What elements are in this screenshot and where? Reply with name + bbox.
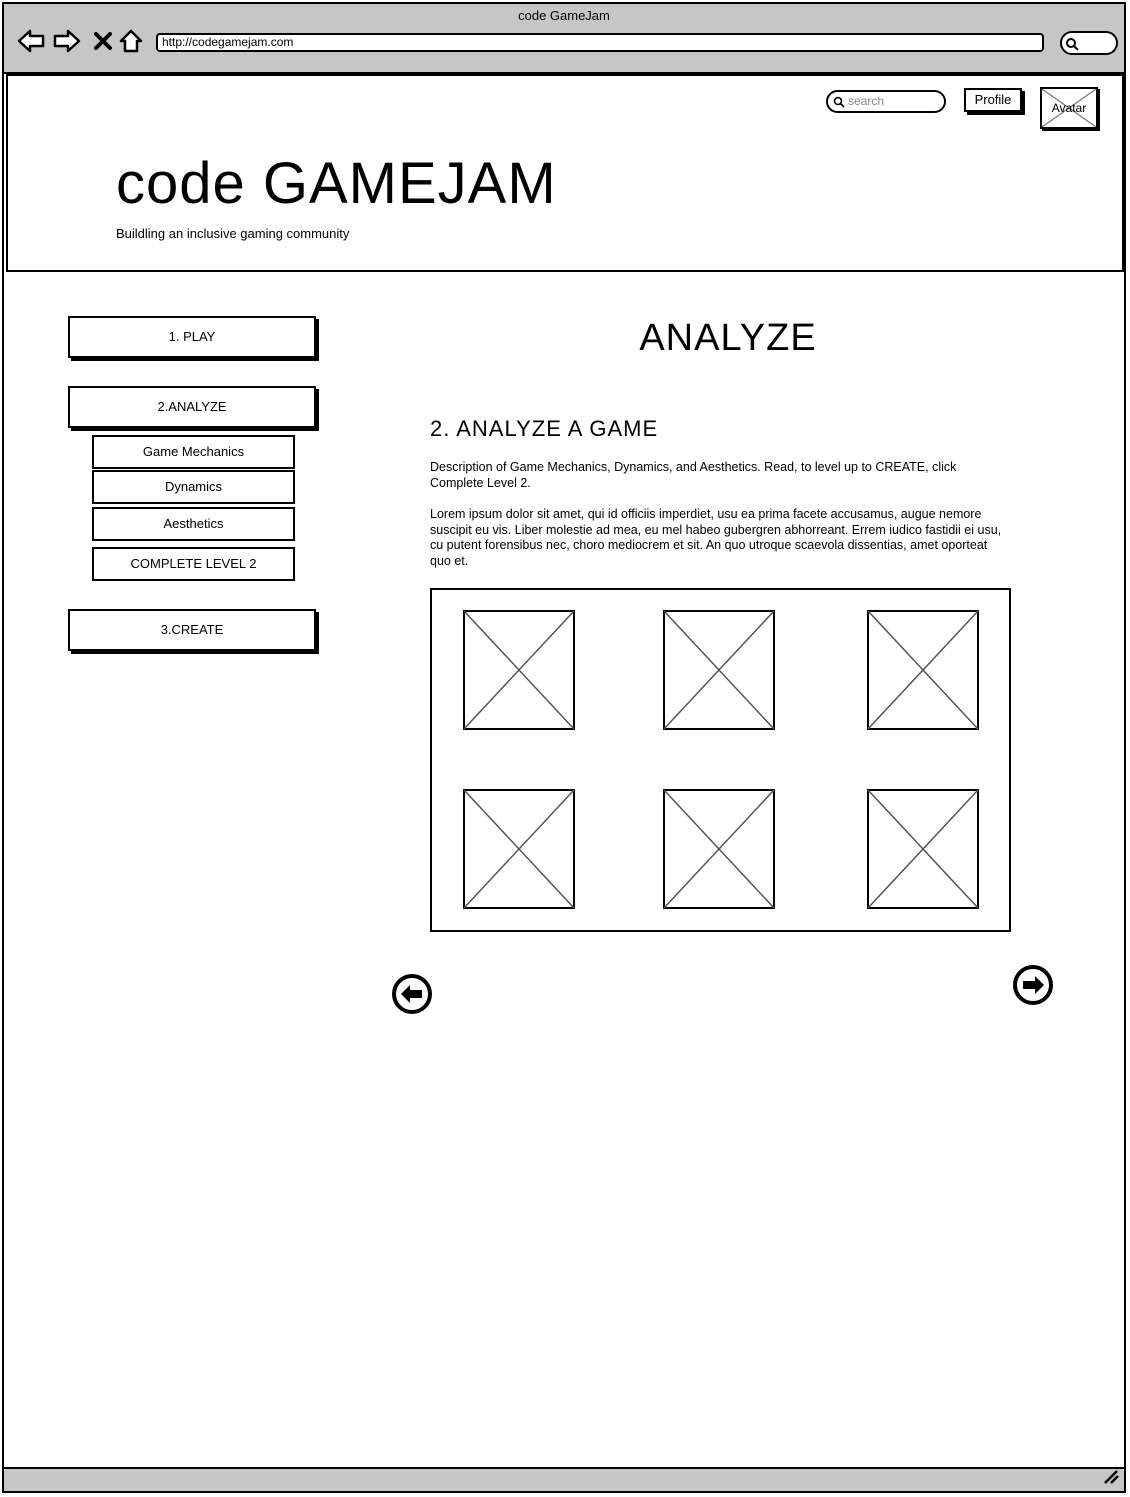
- search-icon: [833, 95, 845, 114]
- arrow-right-circle-icon[interactable]: [1012, 964, 1054, 1006]
- image-gallery: [430, 588, 1011, 932]
- nav-analyze-button[interactable]: 2.ANALYZE: [68, 386, 316, 428]
- home-icon[interactable]: [116, 24, 146, 58]
- nav-aesthetics[interactable]: Aesthetics: [92, 507, 295, 541]
- section-title: 2. ANALYZE A GAME: [430, 416, 659, 441]
- avatar-label: Avatar: [1051, 101, 1087, 115]
- search-placeholder: search: [848, 94, 885, 108]
- gallery-image-4[interactable]: [463, 789, 575, 909]
- browser-window: code GameJam http://codegamejam.com sear…: [2, 2, 1126, 1493]
- nav-create-button[interactable]: 3.CREATE: [68, 609, 316, 651]
- browser-search-field[interactable]: [1060, 31, 1118, 55]
- status-bar: [4, 1467, 1124, 1491]
- url-bar[interactable]: http://codegamejam.com: [156, 33, 1044, 52]
- search-icon: [1066, 38, 1079, 51]
- search-input[interactable]: search: [826, 90, 946, 113]
- gallery-image-5[interactable]: [663, 789, 775, 909]
- complete-level-button[interactable]: COMPLETE LEVEL 2: [92, 547, 295, 581]
- site-tagline: Buildling an inclusive gaming community: [116, 226, 350, 241]
- window-title: code GameJam: [518, 8, 610, 23]
- avatar[interactable]: Avatar: [1040, 87, 1098, 129]
- nav-play-button[interactable]: 1. PLAY: [68, 316, 316, 358]
- browser-toolbar: code GameJam http://codegamejam.com: [4, 4, 1124, 74]
- gallery-image-2[interactable]: [663, 610, 775, 730]
- forward-icon[interactable]: [52, 24, 82, 58]
- back-icon[interactable]: [16, 24, 46, 58]
- profile-button[interactable]: Profile: [964, 88, 1022, 112]
- gallery-image-6[interactable]: [867, 789, 979, 909]
- stop-icon[interactable]: [88, 24, 118, 58]
- gallery-image-1[interactable]: [463, 610, 575, 730]
- nav-dynamics[interactable]: Dynamics: [92, 470, 295, 504]
- page-title: ANALYZE: [639, 317, 817, 359]
- site-logo[interactable]: code GAMEJAM: [116, 152, 557, 216]
- resize-grip-icon[interactable]: [1102, 1468, 1120, 1489]
- lorem-text: Lorem ipsum dolor sit amet, qui id offic…: [430, 507, 1002, 568]
- description-text: Description of Game Mechanics, Dynamics,…: [430, 460, 957, 490]
- gallery-image-3[interactable]: [867, 610, 979, 730]
- nav-game-mechanics[interactable]: Game Mechanics: [92, 435, 295, 469]
- arrow-left-circle-icon[interactable]: [391, 973, 433, 1015]
- site-header: search Profile Avatar code GAMEJAM Build…: [6, 74, 1124, 272]
